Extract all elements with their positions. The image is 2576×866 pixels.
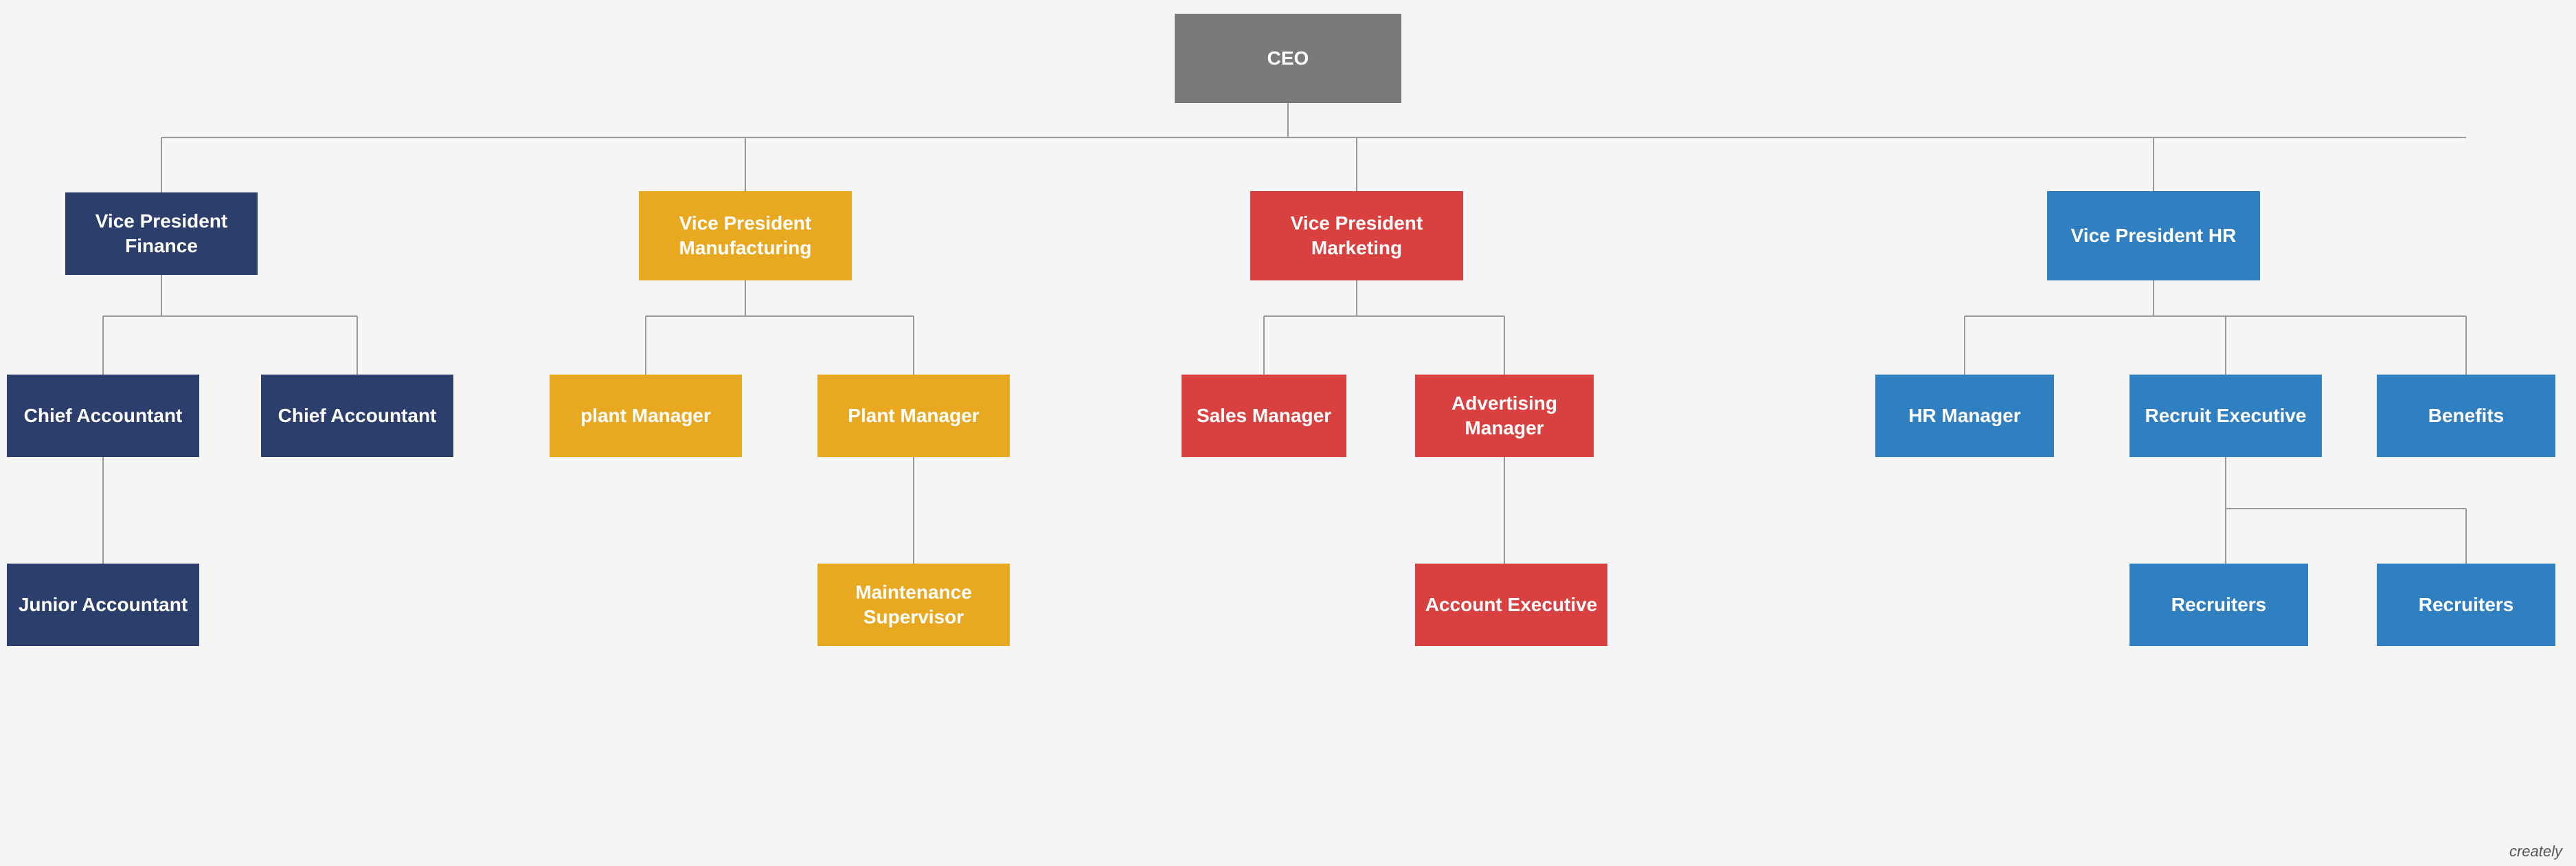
recruit-exec-node: Recruit Executive (2129, 375, 2322, 457)
hr-manager-label: HR Manager (1908, 403, 2020, 428)
vp-manufacturing-label: Vice President Manufacturing (646, 211, 845, 261)
vp-finance-node: Vice President Finance (65, 192, 258, 275)
sales-manager-node: Sales Manager (1182, 375, 1346, 457)
ceo-label: CEO (1267, 46, 1309, 71)
sales-manager-label: Sales Manager (1197, 403, 1331, 428)
watermark: creately (2509, 843, 2562, 861)
plant-manager-2-label: Plant Manager (848, 403, 979, 428)
maintenance-sup-node: Maintenance Supervisor (817, 564, 1010, 646)
plant-manager-1-node: plant Manager (550, 375, 742, 457)
org-chart: CEO Vice President Finance Vice Presiden… (0, 0, 2576, 866)
recruiters-1-node: Recruiters (2129, 564, 2308, 646)
vp-hr-node: Vice President HR (2047, 191, 2260, 280)
chief-acc-2-node: Chief Accountant (261, 375, 453, 457)
chief-acc-2-label: Chief Accountant (278, 403, 437, 428)
chief-acc-1-label: Chief Accountant (24, 403, 183, 428)
adv-manager-label: Advertising Manager (1422, 391, 1587, 441)
adv-manager-node: Advertising Manager (1415, 375, 1594, 457)
vp-marketing-node: Vice President Marketing (1250, 191, 1463, 280)
plant-manager-1-label: plant Manager (580, 403, 711, 428)
vp-marketing-label: Vice President Marketing (1257, 211, 1456, 261)
account-exec-label: Account Executive (1425, 592, 1598, 617)
junior-acc-label: Junior Accountant (19, 592, 188, 617)
account-exec-node: Account Executive (1415, 564, 1607, 646)
recruiters-2-node: Recruiters (2377, 564, 2555, 646)
plant-manager-2-node: Plant Manager (817, 375, 1010, 457)
maintenance-sup-label: Maintenance Supervisor (824, 580, 1003, 630)
junior-acc-node: Junior Accountant (7, 564, 199, 646)
vp-hr-label: Vice President HR (2071, 223, 2237, 248)
benefits-label: Benefits (2428, 403, 2504, 428)
chief-acc-1-node: Chief Accountant (7, 375, 199, 457)
benefits-node: Benefits (2377, 375, 2555, 457)
ceo-node: CEO (1175, 14, 1401, 103)
recruit-exec-label: Recruit Executive (2145, 403, 2307, 428)
hr-manager-node: HR Manager (1875, 375, 2054, 457)
recruiters-1-label: Recruiters (2171, 592, 2267, 617)
recruiters-2-label: Recruiters (2419, 592, 2514, 617)
vp-manufacturing-node: Vice President Manufacturing (639, 191, 852, 280)
vp-finance-label: Vice President Finance (72, 209, 251, 259)
